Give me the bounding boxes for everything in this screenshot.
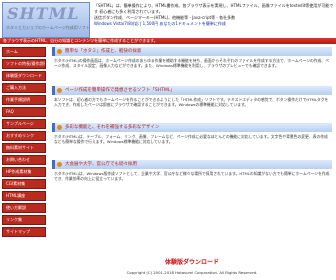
trial-download-link[interactable]: 体験版ダウンロード — [52, 257, 332, 266]
sidebar-nav: ホーム ソフトの特長/操作説明 体験版ダウンロード ご購入方法 作業手順説明 F… — [2, 47, 46, 239]
main-content: 簡単な「ホタミ」作成と、軽快の採索 ホタミ(HTML)の操作画面は、ホームページ… — [52, 47, 332, 197]
sidebar-item[interactable]: リンク集 — [2, 215, 46, 225]
sidebar-item[interactable]: おすすめリンク — [2, 131, 46, 141]
section-heading: 簡単な「ホタミ」作成と、軽快の採索 — [52, 47, 332, 56]
section-title: 大会展や大学、官公庁でも続々採用 — [65, 162, 137, 167]
logo-subtitle: ホタミとカジョブのホームページ作成用ソフト — [6, 25, 90, 30]
tagline-text: 各ブラウザ表示のHTML、自分の知識とコンテンツを簡単に作成することができます。 — [3, 38, 158, 43]
section-heading: 多彩な機能と、それを補強する多彩なデザイン — [52, 123, 332, 132]
section-title: ページ作成を簡単操作で発想させるソフト「SHTML」 — [65, 88, 175, 93]
sidebar-item[interactable]: ご購入方法 — [2, 83, 46, 93]
section-title: 簡単な「ホタミ」作成と、軽快の採索 — [65, 49, 142, 54]
header-line-3: Windows Vista/7/8対応 | 1,500円 あなたの1ドキュメント… — [94, 21, 226, 26]
sidebar-item[interactable]: ソフトの特長/操作説明 — [2, 59, 46, 69]
logo-text: SHTML — [7, 4, 80, 23]
sidebar-item[interactable]: 作業手順説明 — [2, 95, 46, 105]
sidebar-item[interactable]: FAQ — [2, 107, 46, 117]
sidebar-item[interactable]: CGI素材集 — [2, 179, 46, 189]
content-section: ページ作成を簡単操作で発想させるソフト「SHTML」 本ソフトは、初心者の方でも… — [52, 86, 332, 121]
section-heading: ページ作成を簡単操作で発想させるソフト「SHTML」 — [52, 86, 332, 95]
sidebar-item[interactable]: HP作成素材集 — [2, 167, 46, 177]
copyright-text: Copyright (C) 2001-2018 Hotasumi Corpora… — [126, 270, 258, 275]
content-section: 簡単な「ホタミ」作成と、軽快の採索 ホタミ(HTML)の操作画面は、ホームページ… — [52, 47, 332, 84]
header-line-1: 「SHTML」は、簡単操作により、HTML書作成、各ブラウザ表示を実現し、HTM… — [94, 3, 334, 14]
bullet-icon — [57, 125, 62, 130]
content-section: 大会展や大学、官公庁でも続々採用 ホタミ(HTML)は、Windows版作成ソフ… — [52, 160, 332, 195]
sidebar-item[interactable]: ホーム — [2, 47, 46, 57]
site-logo[interactable]: SHTML ホタミとカジョブのホームページ作成用ソフト — [2, 2, 90, 38]
section-body: ホタミ(HTML)は、Windows版作成ソフトとして、企業や大学、官公庁など様… — [54, 171, 330, 182]
sidebar-item[interactable]: サンプルページ — [2, 119, 46, 129]
section-title: 多彩な機能と、それを補強する多彩なデザイン — [65, 125, 160, 130]
section-body: ホタミ(HTML)は、テーブル、フォーム、リンク、画像、フレームなど、ページ作成… — [54, 134, 328, 145]
sidebar-item[interactable]: HTML講座 — [2, 191, 46, 201]
content-section: 多彩な機能と、それを補強する多彩なデザイン ホタミ(HTML)は、テーブル、フォ… — [52, 123, 332, 158]
sidebar-item[interactable]: 無料素材サイト — [2, 143, 46, 153]
sidebar-item[interactable]: サイトマップ — [2, 227, 46, 237]
header-description: 「SHTML」は、簡単操作により、HTML書作成、各ブラウザ表示を実現し、HTM… — [94, 3, 334, 27]
bullet-icon — [57, 49, 62, 54]
header: SHTML ホタミとカジョブのホームページ作成用ソフト 「SHTML」は、簡単操… — [0, 0, 336, 38]
section-heading: 大会展や大学、官公庁でも続々採用 — [52, 160, 332, 169]
sidebar-item[interactable]: 体験版ダウンロード — [2, 71, 46, 81]
section-body: ホタミ(HTML)の操作画面は、ホームページ作成のあらゆる作業を補助する機能を持… — [54, 58, 329, 69]
tagline-bar: 各ブラウザ表示のHTML、自分の知識とコンテンツを簡単に作成することができます。 — [0, 38, 336, 44]
section-body: 本ソフトは、初心者の方でもホームページを作ることができるようにした「HTML作成… — [54, 97, 329, 108]
sidebar-item[interactable]: 使い方解説 — [2, 203, 46, 213]
sidebar-item[interactable]: お問い合わせ — [2, 155, 46, 165]
bullet-icon — [57, 88, 62, 93]
bullet-icon — [57, 162, 62, 167]
